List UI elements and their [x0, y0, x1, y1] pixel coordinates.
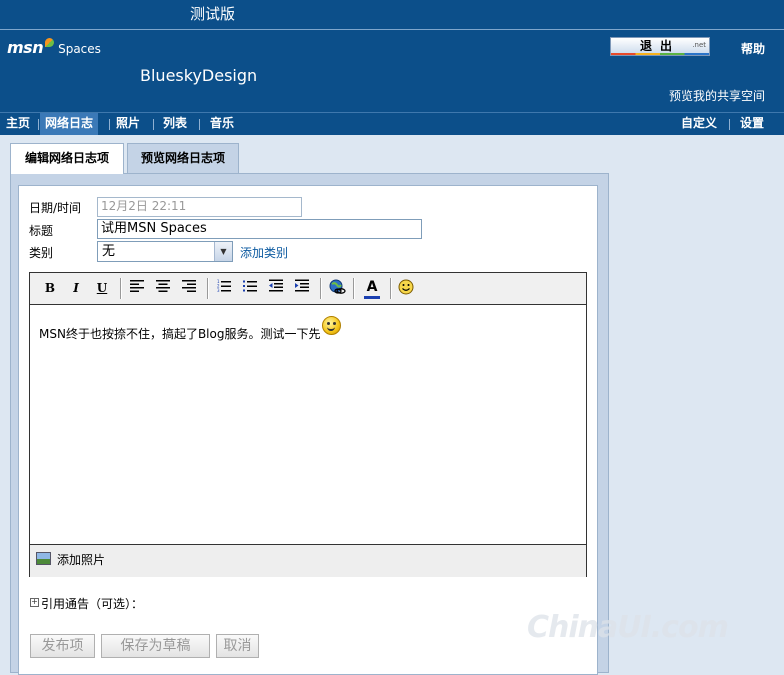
indent-icon[interactable]	[292, 279, 312, 297]
datetime-label: 日期/时间	[29, 201, 82, 215]
expand-plus-icon[interactable]: +	[30, 598, 39, 607]
category-select[interactable]: 无 ▼	[97, 241, 233, 262]
smiley-emoticon-icon	[322, 316, 342, 335]
msn-spaces-logo[interactable]: msn Spaces	[7, 38, 101, 57]
space-title: BlueskyDesign	[140, 66, 258, 85]
nav-separator	[153, 119, 154, 130]
nav-item-music[interactable]: 音乐	[210, 113, 234, 135]
align-left-icon[interactable]	[127, 279, 147, 297]
outdent-icon[interactable]	[266, 279, 286, 297]
emoticon-icon[interactable]	[396, 279, 416, 297]
editor-content[interactable]: MSN终于也按捺不住，搞起了Blog服务。测试一下先	[39, 316, 342, 342]
preview-shared-space-link[interactable]: 预览我的共享空间	[669, 87, 765, 104]
title-input[interactable]: 试用MSN Spaces	[97, 219, 422, 239]
bullet-list-icon[interactable]	[240, 279, 260, 297]
logout-button[interactable]: 退出 .net	[610, 37, 710, 56]
msn-logo-text: msn	[7, 38, 44, 57]
dotnet-mark: .net	[692, 41, 706, 49]
watermark-logo-icon	[475, 602, 517, 644]
italic-button[interactable]: I	[66, 279, 86, 297]
nav-item-blog[interactable]: 网络日志	[40, 113, 99, 135]
add-category-link[interactable]: 添加类别	[240, 244, 288, 261]
main-nav: 主页 网络日志 照片 列表 音乐 自定义 设置	[0, 112, 784, 135]
toolbar-separator	[390, 278, 392, 299]
chevron-down-icon[interactable]: ▼	[214, 242, 232, 261]
space-header: msn Spaces BlueskyDesign 退出 .net 帮助 预览我的共…	[0, 30, 784, 112]
align-center-icon[interactable]	[153, 279, 173, 297]
bold-button[interactable]: B	[40, 279, 60, 297]
toolbar-separator	[353, 278, 355, 299]
align-right-icon[interactable]	[179, 279, 199, 297]
photo-icon[interactable]	[36, 552, 51, 565]
chinaui-watermark: ChinaUI.com	[475, 600, 745, 655]
font-color-swatch	[364, 296, 380, 299]
rich-text-editor: B I U 123 A MSN终于也按捺不住，搞起了Blog服务。测试一下先 添…	[29, 272, 587, 577]
hyperlink-icon[interactable]	[327, 279, 347, 297]
font-color-icon[interactable]: A	[362, 279, 382, 299]
underline-button[interactable]: U	[92, 279, 112, 297]
nav-separator	[199, 119, 200, 130]
add-photo-link[interactable]: 添加照片	[57, 551, 105, 568]
trackback-label[interactable]: 引用通告（可选）：	[41, 595, 143, 612]
top-bar: 测试版	[0, 0, 784, 30]
nav-item-lists[interactable]: 列表	[163, 113, 187, 135]
nav-separator	[38, 119, 39, 130]
category-label: 类别	[29, 246, 54, 260]
msn-butterfly-icon	[45, 38, 55, 47]
beta-label: 测试版	[190, 5, 236, 23]
toolbar-separator	[120, 278, 122, 299]
editor-text: MSN终于也按捺不住，搞起了Blog服务。测试一下先	[39, 327, 321, 341]
watermark-text: ChinaUI.com	[527, 610, 729, 645]
editor-toolbar: B I U 123 A	[30, 273, 586, 305]
nav-item-customize[interactable]: 自定义	[681, 113, 717, 135]
tab-preview-entry[interactable]: 预览网络日志项	[127, 143, 239, 173]
nav-item-home[interactable]: 主页	[6, 113, 30, 135]
logout-color-bar	[611, 53, 709, 55]
cancel-button[interactable]: 取消	[216, 634, 259, 658]
add-photo-bar: 添加照片	[30, 544, 586, 577]
title-label: 标题	[29, 224, 54, 238]
nav-separator	[729, 119, 730, 130]
svg-text:3: 3	[217, 288, 220, 292]
nav-item-settings[interactable]: 设置	[740, 113, 764, 135]
nav-separator	[109, 119, 110, 130]
toolbar-separator	[207, 278, 209, 299]
logout-label: 退出	[639, 39, 680, 53]
toolbar-separator	[320, 278, 322, 299]
font-color-glyph: A	[366, 279, 378, 295]
help-link[interactable]: 帮助	[741, 40, 765, 57]
publish-button[interactable]: 发布项	[30, 634, 95, 658]
datetime-field: 12月2日 22:11	[97, 197, 302, 217]
spaces-logo-text: Spaces	[58, 42, 101, 56]
numbered-list-icon[interactable]: 123	[214, 279, 234, 297]
category-selected-value: 无	[102, 244, 116, 259]
save-draft-button[interactable]: 保存为草稿	[101, 634, 210, 658]
nav-item-photos[interactable]: 照片	[116, 113, 140, 135]
tab-edit-entry[interactable]: 编辑网络日志项	[10, 143, 124, 174]
